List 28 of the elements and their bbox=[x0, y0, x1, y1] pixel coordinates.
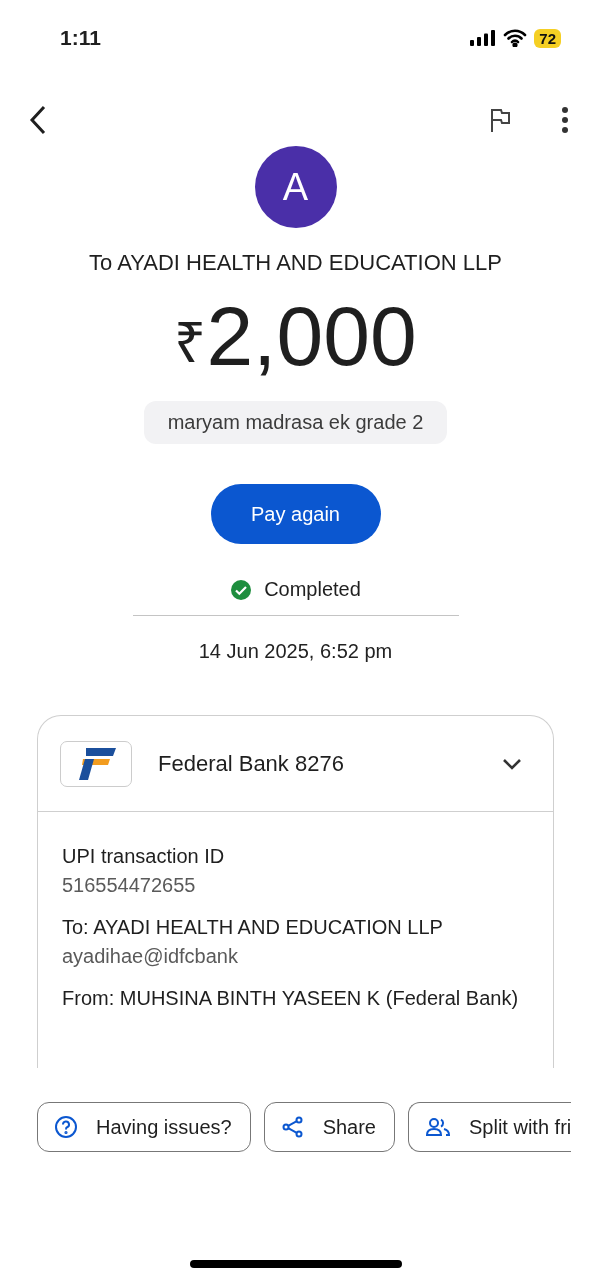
help-icon bbox=[54, 1115, 78, 1139]
more-menu-button[interactable] bbox=[561, 106, 569, 134]
flag-button[interactable] bbox=[489, 107, 511, 133]
payment-note: maryam madrasa ek grade 2 bbox=[143, 401, 448, 444]
share-chip[interactable]: Share bbox=[263, 1102, 395, 1152]
detail-value: ayadihae@idfcbank bbox=[62, 945, 239, 968]
pay-again-button[interactable]: Pay again bbox=[210, 484, 381, 544]
bank-account-name: Federal Bank 8276 bbox=[158, 750, 345, 777]
wifi-icon bbox=[503, 29, 528, 47]
share-icon bbox=[280, 1115, 305, 1139]
detail-label: To: AYADI HEALTH AND EDUCATION LLP bbox=[62, 915, 444, 940]
signal-icon bbox=[470, 30, 497, 46]
transaction-date: 14 Jun 2025, 6:52 pm bbox=[198, 640, 393, 663]
bank-logo bbox=[60, 740, 132, 787]
back-button[interactable] bbox=[28, 104, 48, 136]
detail-label: From: MUHSINA BINTH YASEEN K (Federal Bank) bbox=[62, 986, 520, 1011]
help-chip[interactable]: Having issues? bbox=[37, 1102, 251, 1152]
status-label: Completed bbox=[264, 578, 361, 601]
status-time: 1:11 bbox=[60, 26, 102, 50]
detail-value: 516554472655 bbox=[62, 874, 197, 897]
amount: ₹2,000 bbox=[174, 288, 417, 385]
split-chip[interactable]: Split with fri bbox=[408, 1102, 572, 1152]
recipient-title: To AYADI HEALTH AND EDUCATION LLP bbox=[89, 250, 502, 276]
battery-level: 72 bbox=[534, 28, 561, 48]
detail-label: UPI transaction ID bbox=[62, 844, 226, 869]
chevron-icon[interactable] bbox=[501, 756, 523, 771]
avatar: A bbox=[254, 146, 337, 228]
people-icon bbox=[425, 1115, 451, 1139]
